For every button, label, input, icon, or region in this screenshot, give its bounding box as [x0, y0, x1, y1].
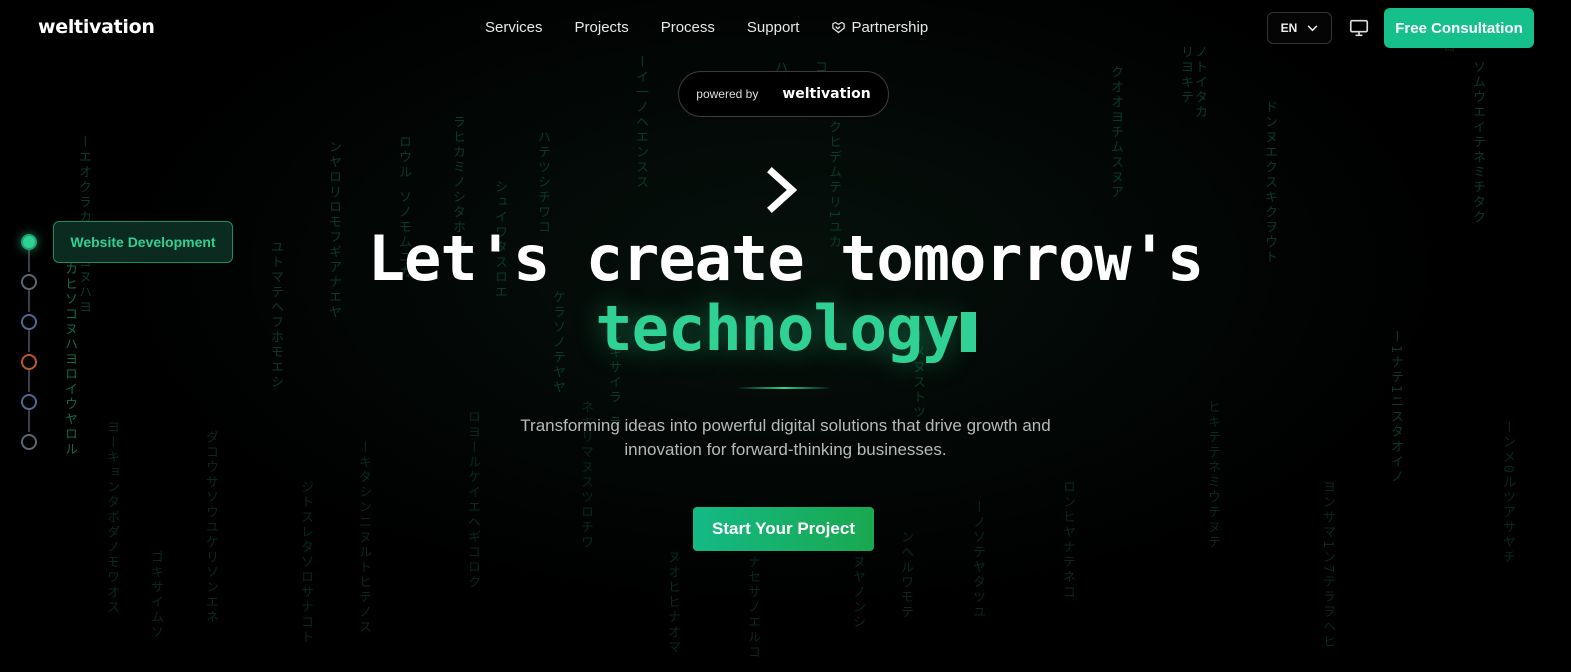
stepper-dot-4[interactable] — [21, 354, 37, 370]
chevron-down-icon — [1307, 24, 1318, 31]
rain-column: ーノソテヤタツユ — [970, 500, 985, 620]
free-consultation-button[interactable]: Free Consultation — [1384, 8, 1534, 48]
stepper-connector — [28, 330, 30, 352]
hero-divider — [736, 387, 832, 389]
stepper-dot-1[interactable] — [21, 234, 37, 250]
rain-column: ノトイタカ — [1192, 45, 1207, 120]
rain-column: ヨーキョンタボダノモワオス — [104, 420, 119, 615]
active-step-label[interactable]: Website Development — [53, 221, 233, 263]
stepper-dot-2[interactable] — [21, 274, 37, 290]
hero-title-line1: Let's create tomorrow's — [367, 222, 1205, 295]
typing-cursor — [960, 312, 976, 352]
hero-title-line2: technology — [0, 292, 1571, 365]
rain-column: ケヌヤノンシ — [850, 540, 865, 630]
rain-column: ロヨールケイエヘギコロク — [465, 410, 480, 590]
rain-column: ソムウエイテネミチタク — [1470, 60, 1485, 225]
stepper-connector — [28, 290, 30, 312]
rain-column: ナセサノエルコ — [745, 555, 760, 660]
handshake-icon — [832, 21, 846, 34]
powered-by-prefix: powered by — [696, 87, 759, 101]
nav-link-partnership-label: Partnership — [851, 19, 929, 36]
stepper-dot-5[interactable] — [21, 394, 37, 410]
rain-column: ロンヒヤナテネコ — [1060, 480, 1075, 600]
rain-column: ゴキサイムソ — [148, 550, 163, 640]
brand-logo[interactable]: weltivation — [38, 16, 155, 38]
nav-link-partnership[interactable]: Partnership — [831, 19, 928, 36]
rain-column: クオオヨチムスヌア — [1108, 65, 1123, 200]
page: ーエオクラカヒソコヌハヨ カヒソコヌハヨロイウヤロル ヨーキョンタボダノモワオス… — [0, 0, 1571, 672]
language-select[interactable]: EN — [1267, 12, 1332, 44]
rain-column: ーイ一ノヘエンスス — [633, 55, 648, 190]
stepper-connector — [28, 370, 30, 392]
stepper-connector — [28, 250, 30, 272]
section-stepper — [19, 232, 39, 452]
hero-title-highlight: technology — [595, 292, 959, 365]
rain-column: ヨンサマ1ン7テラヲヘヒ — [1320, 480, 1335, 650]
nav-link-services[interactable]: Services — [485, 19, 543, 36]
rain-column: ヌオヒヒナオマ — [665, 550, 680, 655]
rain-column: ジトスレタソロサナコト — [298, 480, 313, 645]
powered-by-badge[interactable]: powered by weltivation — [678, 71, 889, 117]
nav-link-support[interactable]: Support — [747, 19, 800, 36]
rain-column: ーンメ0ルツアサヤチ — [1500, 420, 1515, 565]
rain-column: ハテツシチワコ — [535, 130, 550, 235]
top-nav: weltivation Services Projects Process Su… — [0, 0, 1571, 56]
rain-column: ーキタシンニヌルトヒテノス — [356, 440, 371, 635]
rain-column: ダコウサソウユケリソンエネ — [203, 430, 218, 625]
language-value: EN — [1280, 21, 1298, 35]
stepper-connector — [28, 410, 30, 432]
stepper-dot-3[interactable] — [21, 314, 37, 330]
start-project-button[interactable]: Start Your Project — [693, 507, 874, 551]
chevron-right-icon — [767, 167, 798, 213]
stepper-dot-6[interactable] — [21, 434, 37, 450]
hero-subtitle: Transforming ideas into powerful digital… — [520, 416, 1051, 459]
nav-link-projects[interactable]: Projects — [575, 19, 629, 36]
nav-link-process[interactable]: Process — [661, 19, 715, 36]
rain-column: ンヘルワモテ — [898, 530, 913, 620]
nav-links: Services Projects Process Support Partne… — [485, 19, 928, 36]
monitor-icon[interactable] — [1348, 17, 1370, 39]
rain-column: ヒキテテネミウテヌテ — [1205, 400, 1220, 550]
powered-by-brand: weltivation — [782, 86, 871, 102]
